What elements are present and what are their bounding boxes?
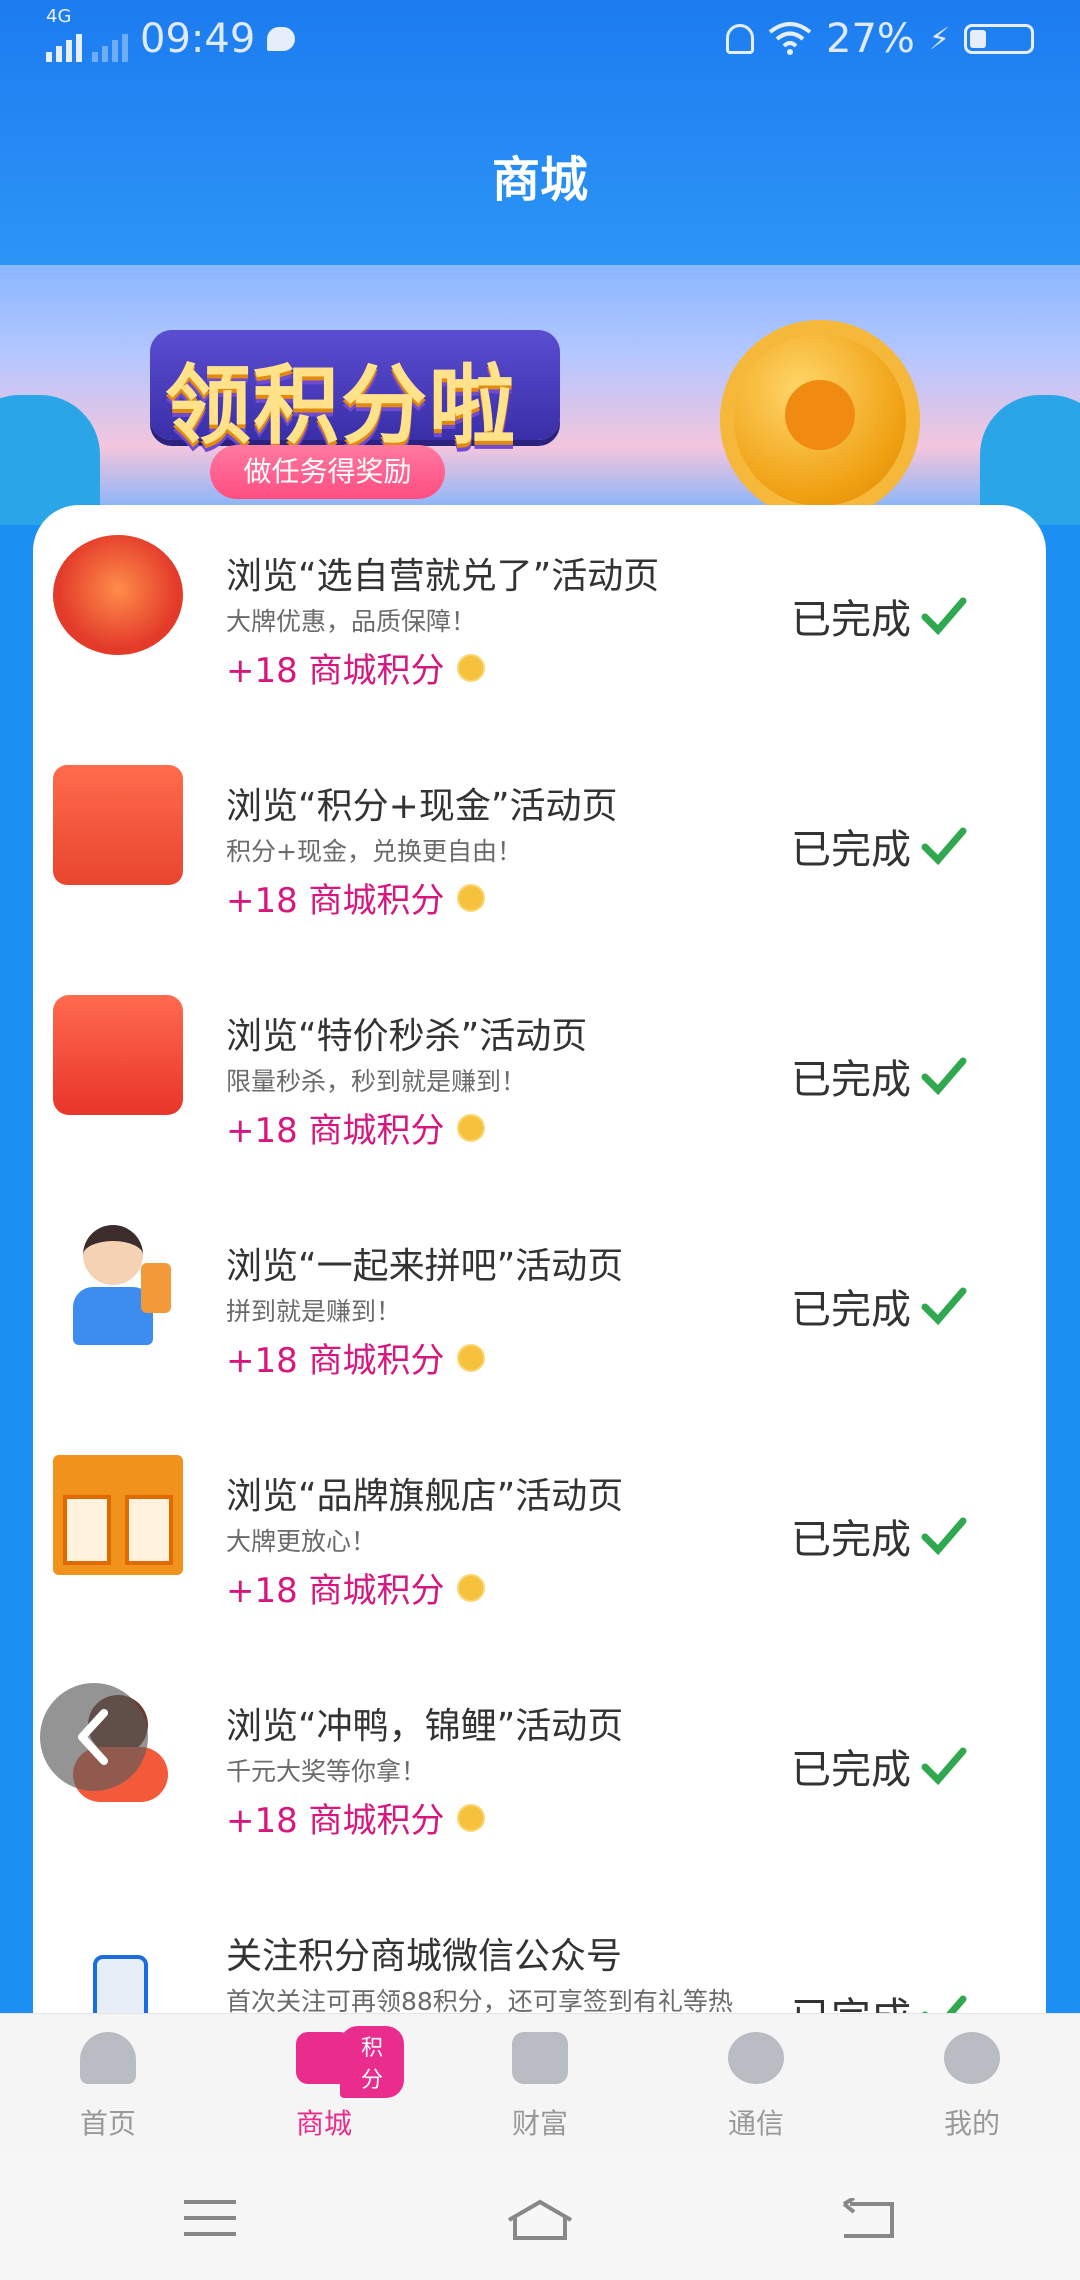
task-thumbnail	[53, 995, 183, 1115]
coin-icon	[456, 653, 485, 682]
network-type: 4G	[46, 6, 72, 27]
task-description: 限量秒杀，秒到就是赚到！	[226, 1067, 527, 1096]
task-description: 积分+现金，兑换更自由！	[226, 837, 522, 866]
qr-phone-icon	[93, 1955, 148, 2015]
task-status: 已完成	[791, 1047, 967, 1105]
task-title: 关注积分商城微信公众号	[226, 1936, 623, 1977]
task-status: 已完成	[791, 1985, 967, 2015]
task-list: 浏览“选自营就兑了”活动页 大牌优惠，品质保障！ +18 商城积分 已完成 浏览…	[33, 505, 1046, 2015]
check-icon	[921, 1747, 967, 1785]
task-status: 已完成	[791, 817, 967, 875]
check-icon	[921, 1995, 967, 2015]
task-description: 首次关注可再领88积分，还可享签到有礼等热	[226, 1987, 733, 2015]
tab-label: 商城	[295, 2107, 352, 2140]
task-status: 已完成	[791, 1507, 967, 1565]
task-title: 浏览“一起来拼吧”活动页	[226, 1246, 624, 1287]
tab-mine[interactable]: 我的	[892, 2032, 1052, 2142]
task-points: +18 商城积分	[226, 1563, 485, 1612]
tab-label: 首页	[79, 2107, 136, 2140]
task-row[interactable]: 浏览“选自营就兑了”活动页 大牌优惠，品质保障！ +18 商城积分 已完成	[33, 505, 1046, 735]
banner[interactable]: 领积分啦 做任务得奖励	[0, 265, 1080, 525]
task-thumbnail	[53, 1915, 183, 2015]
user-icon	[944, 2032, 1000, 2084]
task-row[interactable]: 浏览“一起来拼吧”活动页 拼到就是赚到！ +18 商城积分 已完成	[33, 1195, 1046, 1425]
task-row[interactable]: 浏览“冲鸭，锦鲤”活动页 千元大奖等你拿！ +18 商城积分 已完成	[33, 1655, 1046, 1885]
wifi-icon	[768, 22, 812, 55]
tab-label: 财富	[511, 2107, 568, 2140]
page-title: 商城	[491, 152, 588, 208]
task-points: +18 商城积分	[226, 873, 485, 922]
wallet-icon	[512, 2032, 568, 2084]
menu-icon[interactable]	[180, 2198, 240, 2238]
tab-home[interactable]: 首页	[28, 2032, 188, 2142]
task-row[interactable]: 浏览“品牌旗舰店”活动页 大牌更放心！ +18 商城积分 已完成	[33, 1425, 1046, 1655]
task-thumbnail	[53, 765, 183, 885]
coin-icon	[456, 1803, 485, 1832]
check-icon	[921, 1517, 967, 1555]
signal-strength-icon: 4G	[46, 6, 128, 62]
system-navigation-bar	[0, 2153, 1080, 2280]
task-thumbnail	[53, 1455, 183, 1575]
task-points: +18 商城积分	[226, 1103, 485, 1152]
banner-subtitle: 做任务得奖励	[210, 445, 445, 499]
check-icon	[921, 1057, 967, 1095]
task-thumbnail	[53, 535, 183, 655]
banner-title: 领积分啦	[165, 356, 517, 456]
task-title: 浏览“特价秒杀”活动页	[226, 1016, 588, 1057]
floating-back-button[interactable]	[40, 1683, 148, 1791]
task-points: +18 商城积分	[226, 1333, 485, 1382]
task-status: 已完成	[791, 1737, 967, 1795]
tab-label: 我的	[943, 2107, 1000, 2140]
check-icon	[921, 1287, 967, 1325]
task-thumbnail	[53, 1225, 183, 1345]
tab-shop[interactable]: 积分 商城	[244, 2026, 404, 2142]
task-status: 已完成	[791, 587, 967, 645]
mute-icon	[726, 24, 755, 54]
task-points: +18 商城积分	[226, 643, 485, 692]
back-nav-icon[interactable]	[840, 2198, 900, 2242]
task-title: 浏览“选自营就兑了”活动页	[226, 556, 660, 597]
coin-icon	[456, 1573, 485, 1602]
task-title: 浏览“品牌旗舰店”活动页	[226, 1476, 624, 1517]
coin-icon	[456, 1113, 485, 1142]
task-title: 浏览“积分+现金”活动页	[226, 786, 618, 827]
task-description: 大牌优惠，品质保障！	[226, 607, 477, 636]
message-icon	[267, 27, 296, 51]
status-time: 09:49	[140, 16, 256, 62]
coin-star-icon	[785, 380, 855, 450]
bottom-tab-bar: 首页 积分 商城 财富 通信 我的	[0, 2013, 1080, 2154]
task-description: 千元大奖等你拿！	[226, 1757, 427, 1786]
chevron-left-icon	[78, 1709, 108, 1765]
task-description: 大牌更放心！	[226, 1527, 377, 1556]
check-icon	[921, 827, 967, 865]
top-header: 4G 09:49 27% ⚡ 商城	[0, 0, 1080, 265]
charging-icon: ⚡	[928, 21, 950, 57]
tab-label: 通信	[727, 2107, 784, 2140]
home-nav-icon[interactable]	[505, 2198, 575, 2242]
task-status: 已完成	[791, 1277, 967, 1335]
status-bar: 4G 09:49 27% ⚡	[0, 6, 1080, 72]
china-mobile-icon	[728, 2032, 784, 2084]
coin-icon	[456, 1343, 485, 1372]
task-row[interactable]: 浏览“积分+现金”活动页 积分+现金，兑换更自由！ +18 商城积分 已完成	[33, 735, 1046, 965]
task-title: 浏览“冲鸭，锦鲤”活动页	[226, 1706, 624, 1747]
home-icon	[80, 2032, 136, 2084]
coin-icon	[456, 883, 485, 912]
task-row[interactable]: 关注积分商城微信公众号 首次关注可再领88积分，还可享签到有礼等热 已完成	[33, 1885, 1046, 2015]
battery-icon	[964, 24, 1034, 54]
task-points: +18 商城积分	[226, 1793, 485, 1842]
task-description: 拼到就是赚到！	[226, 1297, 402, 1326]
task-row[interactable]: 浏览“特价秒杀”活动页 限量秒杀，秒到就是赚到！ +18 商城积分 已完成	[33, 965, 1046, 1195]
check-icon	[921, 597, 967, 635]
points-badge: 积分	[340, 2026, 404, 2098]
battery-percent: 27%	[826, 16, 915, 62]
tab-wealth[interactable]: 财富	[460, 2032, 620, 2142]
tab-telecom[interactable]: 通信	[676, 2032, 836, 2142]
